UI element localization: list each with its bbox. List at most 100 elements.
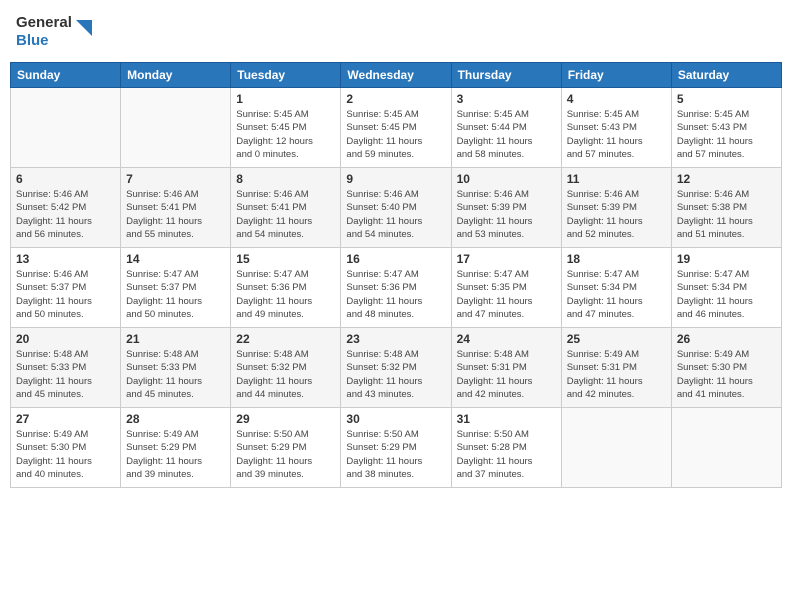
calendar-cell: 21 Sunrise: 5:48 AMSunset: 5:33 PMDayligh…: [121, 328, 231, 408]
logo-blue: Blue: [16, 32, 49, 49]
day-number: 3: [457, 92, 556, 106]
day-number: 4: [567, 92, 666, 106]
calendar-cell: 25 Sunrise: 5:49 AMSunset: 5:31 PMDayligh…: [561, 328, 671, 408]
calendar-cell: 10 Sunrise: 5:46 AMSunset: 5:39 PMDayligh…: [451, 168, 561, 248]
day-info: Sunrise: 5:47 AMSunset: 5:36 PMDaylight:…: [236, 268, 335, 321]
day-info: Sunrise: 5:45 AMSunset: 5:45 PMDaylight:…: [236, 108, 335, 161]
day-number: 29: [236, 412, 335, 426]
day-header-wednesday: Wednesday: [341, 63, 451, 88]
day-info: Sunrise: 5:46 AMSunset: 5:39 PMDaylight:…: [457, 188, 556, 241]
day-header-saturday: Saturday: [671, 63, 781, 88]
day-number: 2: [346, 92, 445, 106]
calendar-cell: 14Sunrise: 5:47 AMSunset: 5:37 PMDayligh…: [121, 248, 231, 328]
day-number: 16: [346, 252, 445, 266]
day-number: 11: [567, 172, 666, 186]
day-number: 23: [346, 332, 445, 346]
day-info: Sunrise: 5:48 AMSunset: 5:31 PMDaylight:…: [457, 348, 556, 401]
day-info: Sunrise: 5:47 AMSunset: 5:34 PMDaylight:…: [567, 268, 666, 321]
day-number: 25: [567, 332, 666, 346]
day-header-thursday: Thursday: [451, 63, 561, 88]
day-number: 5: [677, 92, 776, 106]
calendar-week-4: 20 Sunrise: 5:48 AMSunset: 5:33 PMDayligh…: [11, 328, 782, 408]
logo: General Blue: [16, 14, 92, 50]
page-header: General Blue: [10, 10, 782, 54]
day-number: 24: [457, 332, 556, 346]
calendar-week-1: 1 Sunrise: 5:45 AMSunset: 5:45 PMDaylight…: [11, 88, 782, 168]
day-number: 21: [126, 332, 225, 346]
calendar-cell: 15 Sunrise: 5:47 AMSunset: 5:36 PMDayligh…: [231, 248, 341, 328]
day-info: Sunrise: 5:45 AMSunset: 5:43 PMDaylight:…: [567, 108, 666, 161]
day-info: Sunrise: 5:48 AMSunset: 5:32 PMDaylight:…: [346, 348, 445, 401]
day-number: 27: [16, 412, 115, 426]
day-info: Sunrise: 5:47 AMSunset: 5:35 PMDaylight:…: [457, 268, 556, 321]
day-number: 6: [16, 172, 115, 186]
day-info: Sunrise: 5:49 AMSunset: 5:29 PMDaylight:…: [126, 428, 225, 481]
calendar-week-2: 6Sunrise: 5:46 AMSunset: 5:42 PMDaylight…: [11, 168, 782, 248]
calendar-cell: 6Sunrise: 5:46 AMSunset: 5:42 PMDaylight…: [11, 168, 121, 248]
calendar-cell: 19 Sunrise: 5:47 AMSunset: 5:34 PMDayligh…: [671, 248, 781, 328]
day-header-monday: Monday: [121, 63, 231, 88]
day-info: Sunrise: 5:46 AMSunset: 5:38 PMDaylight:…: [677, 188, 776, 241]
calendar-cell: 30Sunrise: 5:50 AMSunset: 5:29 PMDayligh…: [341, 408, 451, 488]
calendar-cell: 22 Sunrise: 5:48 AMSunset: 5:32 PMDayligh…: [231, 328, 341, 408]
day-info: Sunrise: 5:48 AMSunset: 5:32 PMDaylight:…: [236, 348, 335, 401]
calendar-cell: 13 Sunrise: 5:46 AMSunset: 5:37 PMDayligh…: [11, 248, 121, 328]
day-info: Sunrise: 5:46 AMSunset: 5:41 PMDaylight:…: [126, 188, 225, 241]
calendar-cell: 20 Sunrise: 5:48 AMSunset: 5:33 PMDayligh…: [11, 328, 121, 408]
day-info: Sunrise: 5:49 AMSunset: 5:30 PMDaylight:…: [16, 428, 115, 481]
day-info: Sunrise: 5:45 AMSunset: 5:43 PMDaylight:…: [677, 108, 776, 161]
day-number: 13: [16, 252, 115, 266]
calendar-cell: 28 Sunrise: 5:49 AMSunset: 5:29 PMDayligh…: [121, 408, 231, 488]
calendar-cell: 31 Sunrise: 5:50 AMSunset: 5:28 PMDayligh…: [451, 408, 561, 488]
calendar-cell: 29Sunrise: 5:50 AMSunset: 5:29 PMDayligh…: [231, 408, 341, 488]
day-number: 31: [457, 412, 556, 426]
calendar-cell: 1 Sunrise: 5:45 AMSunset: 5:45 PMDaylight…: [231, 88, 341, 168]
day-info: Sunrise: 5:48 AMSunset: 5:33 PMDaylight:…: [16, 348, 115, 401]
calendar-header-row: SundayMondayTuesdayWednesdayThursdayFrid…: [11, 63, 782, 88]
calendar-cell: 27 Sunrise: 5:49 AMSunset: 5:30 PMDayligh…: [11, 408, 121, 488]
day-info: Sunrise: 5:47 AMSunset: 5:36 PMDaylight:…: [346, 268, 445, 321]
calendar-cell: 18 Sunrise: 5:47 AMSunset: 5:34 PMDayligh…: [561, 248, 671, 328]
day-number: 15: [236, 252, 335, 266]
day-number: 19: [677, 252, 776, 266]
calendar-cell: 24 Sunrise: 5:48 AMSunset: 5:31 PMDayligh…: [451, 328, 561, 408]
calendar-cell: [121, 88, 231, 168]
day-info: Sunrise: 5:47 AMSunset: 5:34 PMDaylight:…: [677, 268, 776, 321]
calendar-cell: 2Sunrise: 5:45 AMSunset: 5:45 PMDaylight…: [341, 88, 451, 168]
calendar-table: SundayMondayTuesdayWednesdayThursdayFrid…: [10, 62, 782, 488]
day-number: 1: [236, 92, 335, 106]
calendar-cell: 4 Sunrise: 5:45 AMSunset: 5:43 PMDaylight…: [561, 88, 671, 168]
day-info: Sunrise: 5:45 AMSunset: 5:44 PMDaylight:…: [457, 108, 556, 161]
day-info: Sunrise: 5:50 AMSunset: 5:29 PMDaylight:…: [346, 428, 445, 481]
day-number: 22: [236, 332, 335, 346]
calendar-cell: 7 Sunrise: 5:46 AMSunset: 5:41 PMDaylight…: [121, 168, 231, 248]
day-info: Sunrise: 5:49 AMSunset: 5:31 PMDaylight:…: [567, 348, 666, 401]
day-number: 7: [126, 172, 225, 186]
day-info: Sunrise: 5:47 AMSunset: 5:37 PMDaylight:…: [126, 268, 225, 321]
calendar-cell: [561, 408, 671, 488]
calendar-cell: 8Sunrise: 5:46 AMSunset: 5:41 PMDaylight…: [231, 168, 341, 248]
day-info: Sunrise: 5:46 AMSunset: 5:37 PMDaylight:…: [16, 268, 115, 321]
calendar-cell: 23 Sunrise: 5:48 AMSunset: 5:32 PMDayligh…: [341, 328, 451, 408]
logo-container: General Blue: [16, 14, 72, 50]
calendar-cell: 12 Sunrise: 5:46 AMSunset: 5:38 PMDayligh…: [671, 168, 781, 248]
calendar-cell: 26Sunrise: 5:49 AMSunset: 5:30 PMDayligh…: [671, 328, 781, 408]
day-header-sunday: Sunday: [11, 63, 121, 88]
day-number: 12: [677, 172, 776, 186]
day-header-tuesday: Tuesday: [231, 63, 341, 88]
day-number: 28: [126, 412, 225, 426]
day-number: 10: [457, 172, 556, 186]
calendar-cell: 3 Sunrise: 5:45 AMSunset: 5:44 PMDaylight…: [451, 88, 561, 168]
day-info: Sunrise: 5:48 AMSunset: 5:33 PMDaylight:…: [126, 348, 225, 401]
day-number: 20: [16, 332, 115, 346]
calendar-cell: 17 Sunrise: 5:47 AMSunset: 5:35 PMDayligh…: [451, 248, 561, 328]
calendar-week-3: 13 Sunrise: 5:46 AMSunset: 5:37 PMDayligh…: [11, 248, 782, 328]
calendar-cell: 11 Sunrise: 5:46 AMSunset: 5:39 PMDayligh…: [561, 168, 671, 248]
day-header-friday: Friday: [561, 63, 671, 88]
day-number: 18: [567, 252, 666, 266]
logo-triangle: [76, 20, 92, 41]
day-info: Sunrise: 5:50 AMSunset: 5:28 PMDaylight:…: [457, 428, 556, 481]
calendar-week-5: 27 Sunrise: 5:49 AMSunset: 5:30 PMDayligh…: [11, 408, 782, 488]
day-number: 17: [457, 252, 556, 266]
day-info: Sunrise: 5:46 AMSunset: 5:39 PMDaylight:…: [567, 188, 666, 241]
